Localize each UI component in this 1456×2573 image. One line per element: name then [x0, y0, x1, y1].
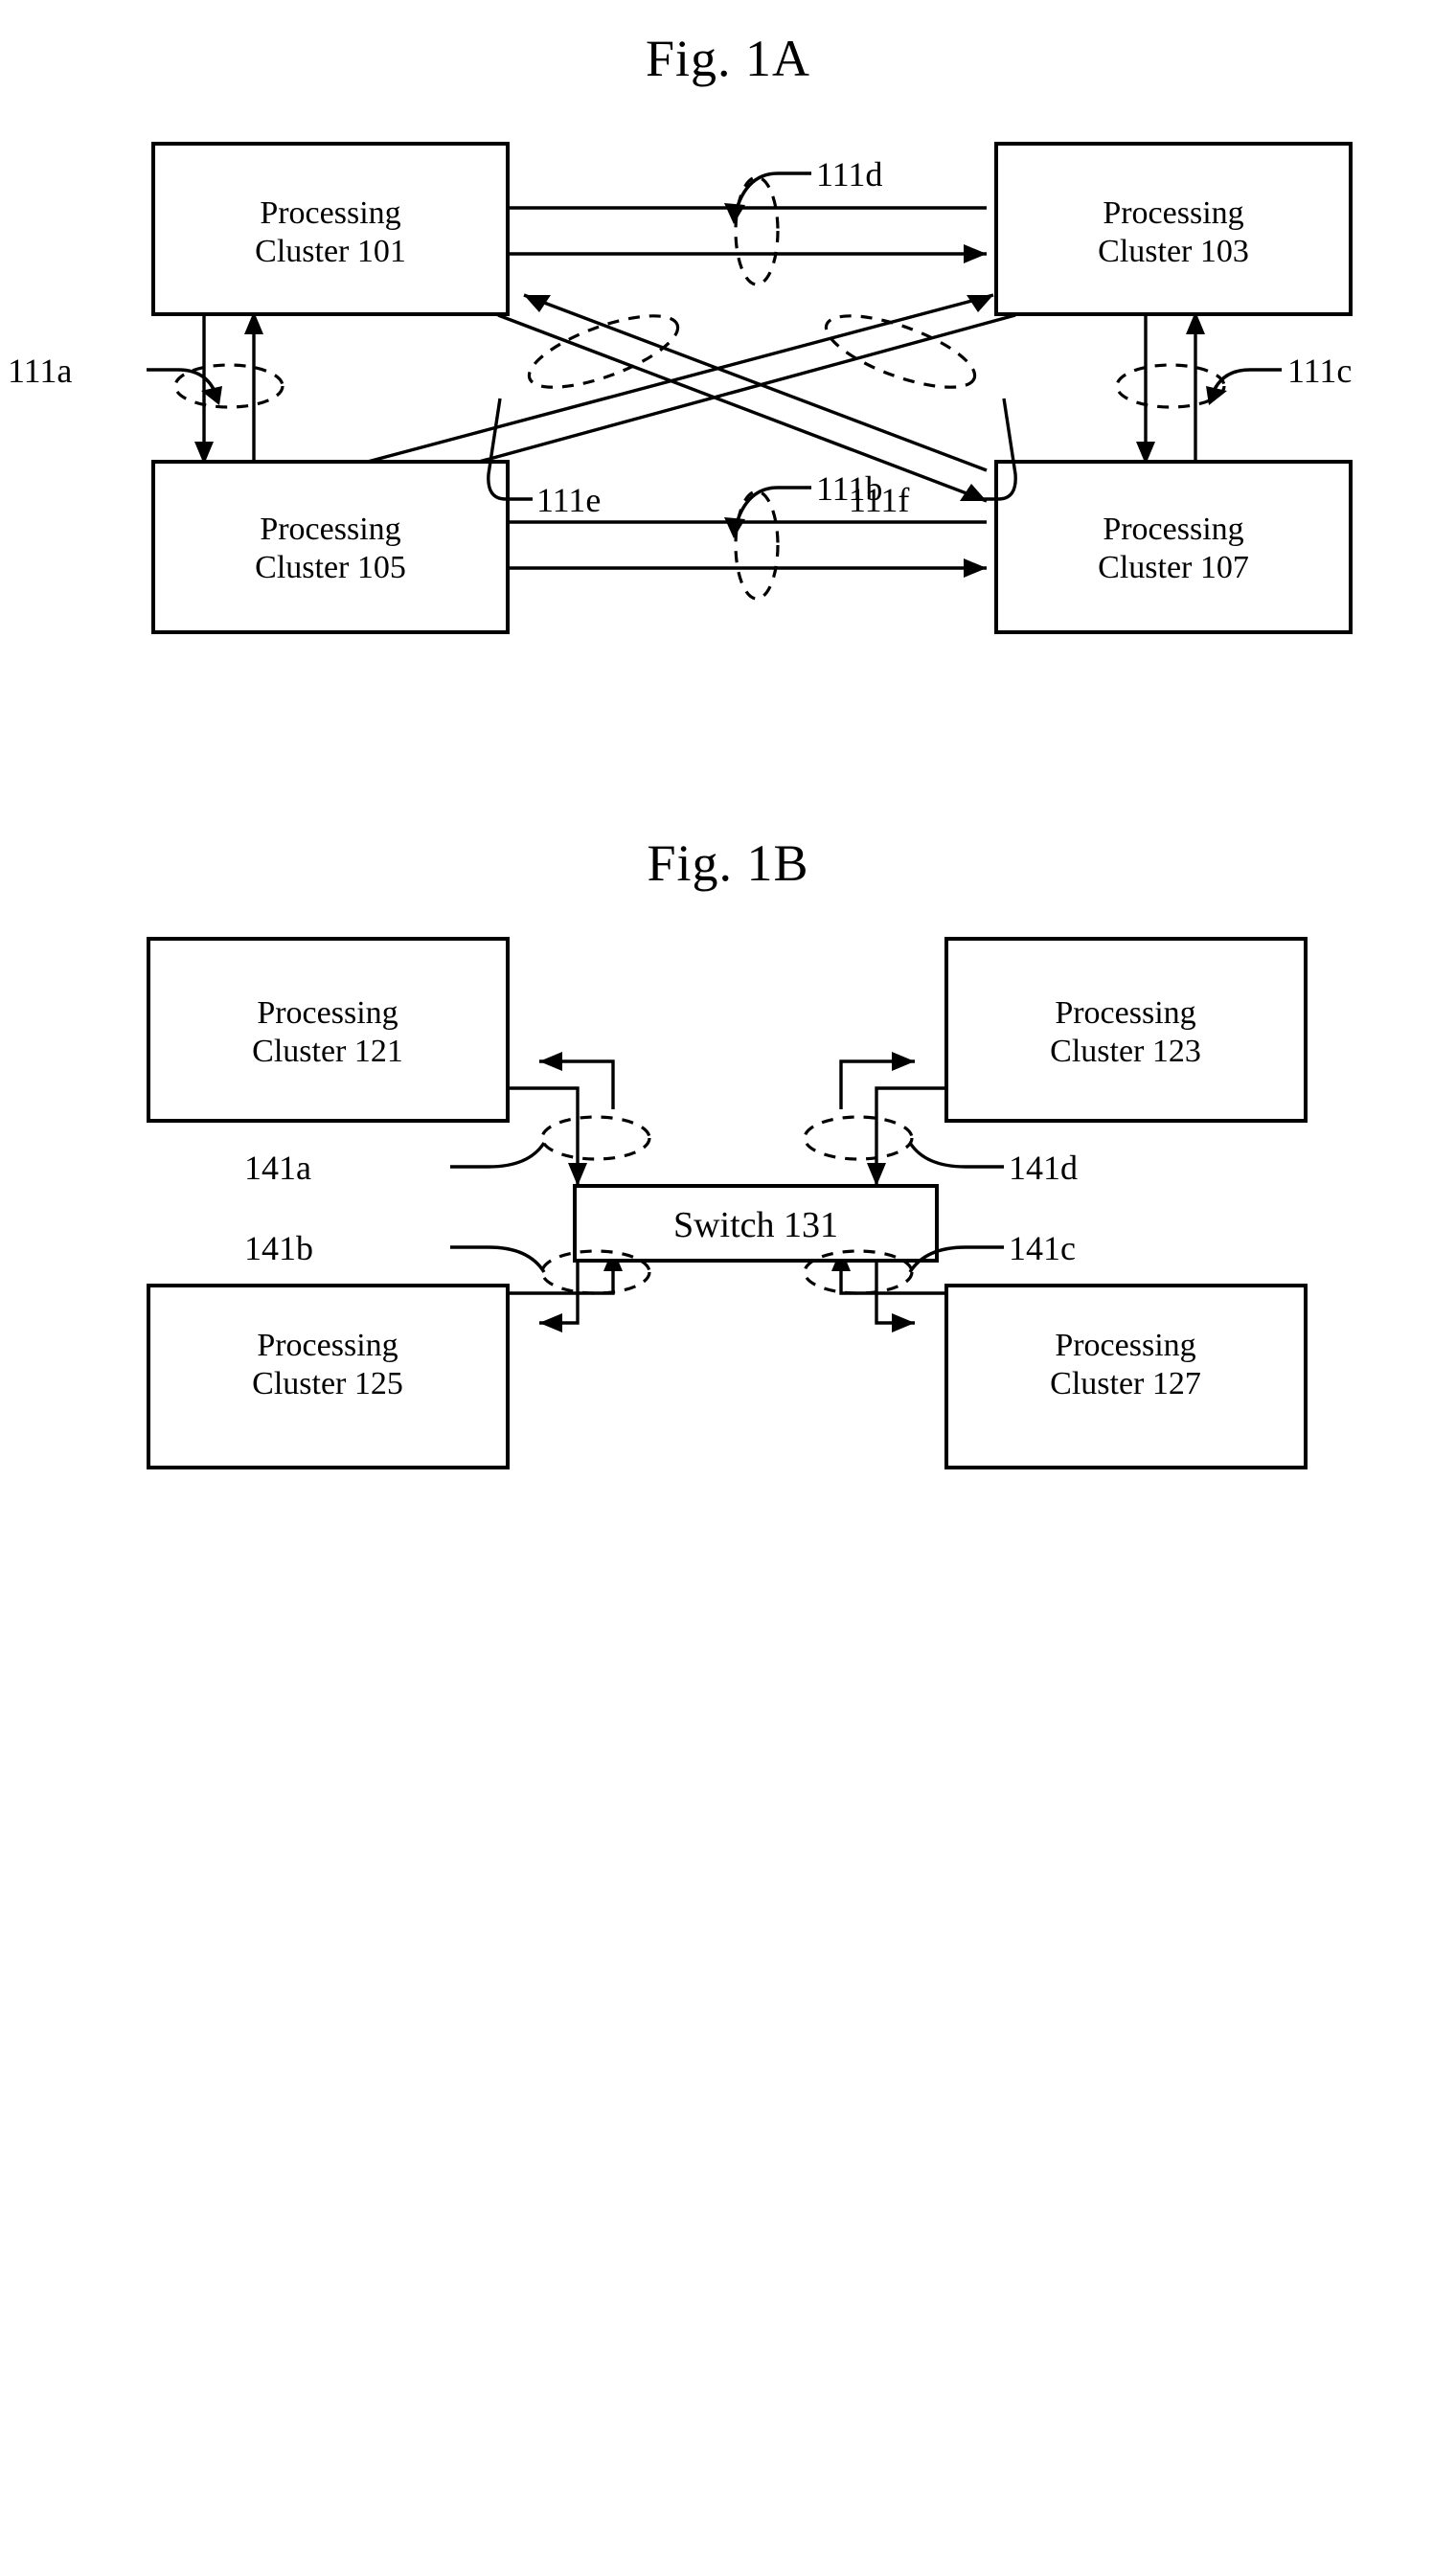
node-processing-cluster-101[interactable]: Processing Cluster 101 [151, 142, 510, 316]
cluster-101-line1: Processing [260, 195, 400, 231]
cluster-127-line2: Cluster 127 [1050, 1366, 1201, 1401]
link-marker-111c [1115, 363, 1226, 409]
cluster-103-line2: Cluster 103 [1098, 234, 1249, 269]
ref-label-111c: 111c [1287, 352, 1352, 390]
figure-1a-title: Fig. 1A [645, 30, 811, 87]
cluster-107-line1: Processing [1103, 512, 1243, 547]
link-marker-141d [803, 1115, 914, 1161]
ref-label-141c: 141c [1009, 1229, 1076, 1267]
node-processing-cluster-103[interactable]: Processing Cluster 103 [994, 142, 1353, 316]
leader-141a [450, 1142, 546, 1169]
cluster-105-line2: Cluster 105 [255, 550, 406, 585]
ref-label-141d: 141d [1009, 1149, 1078, 1187]
link-111e-lines [497, 293, 988, 503]
figure-1b-title: Fig. 1B [647, 834, 809, 892]
link-141a-lines [508, 1052, 615, 1186]
leader-111c [1208, 368, 1282, 403]
ref-label-141b: 141b [244, 1229, 313, 1267]
leader-141b [450, 1245, 546, 1273]
cluster-127-line1: Processing [1055, 1328, 1195, 1363]
ref-label-141a: 141a [244, 1149, 311, 1187]
link-111c-lines [1136, 311, 1205, 465]
node-processing-cluster-127[interactable]: Processing Cluster 127 [944, 1284, 1308, 1469]
link-111a-lines [194, 311, 263, 465]
link-marker-141a [540, 1115, 651, 1161]
node-switch-131[interactable]: Switch 131 [573, 1184, 939, 1263]
figure-1a-drawing: Processing Cluster 101 Processing Cluste… [8, 142, 1353, 634]
cluster-105-line1: Processing [260, 512, 400, 547]
ref-label-111d: 111d [816, 155, 882, 194]
node-processing-cluster-105[interactable]: Processing Cluster 105 [151, 460, 510, 634]
patent-figure-page: Fig. 1A Processing Cluster 101 Processin… [0, 0, 1456, 2573]
leader-141d [908, 1142, 1004, 1169]
cluster-123-line2: Cluster 123 [1050, 1034, 1201, 1069]
ref-label-111a: 111a [8, 352, 72, 390]
node-processing-cluster-123[interactable]: Processing Cluster 123 [944, 937, 1308, 1123]
cluster-107-line2: Cluster 107 [1098, 550, 1249, 585]
node-processing-cluster-107[interactable]: Processing Cluster 107 [994, 460, 1353, 634]
ref-label-111e: 111e [536, 481, 601, 519]
link-141d-lines [839, 1052, 946, 1186]
figure-1b-drawing: Processing Cluster 121 Processing Cluste… [147, 937, 1308, 1469]
cluster-125-line1: Processing [257, 1328, 398, 1363]
link-marker-111f [824, 314, 977, 389]
switch-131-label: Switch 131 [673, 1205, 838, 1245]
ref-label-111f: 111f [849, 481, 909, 519]
cluster-123-line1: Processing [1055, 995, 1195, 1031]
node-processing-cluster-121[interactable]: Processing Cluster 121 [147, 937, 510, 1123]
cluster-101-line2: Cluster 101 [255, 234, 406, 269]
cluster-121-line1: Processing [257, 995, 398, 1031]
node-processing-cluster-125[interactable]: Processing Cluster 125 [147, 1284, 510, 1469]
link-marker-111e [527, 314, 680, 389]
cluster-103-line1: Processing [1103, 195, 1243, 231]
cluster-125-line2: Cluster 125 [252, 1366, 403, 1401]
cluster-121-line2: Cluster 121 [252, 1034, 403, 1069]
